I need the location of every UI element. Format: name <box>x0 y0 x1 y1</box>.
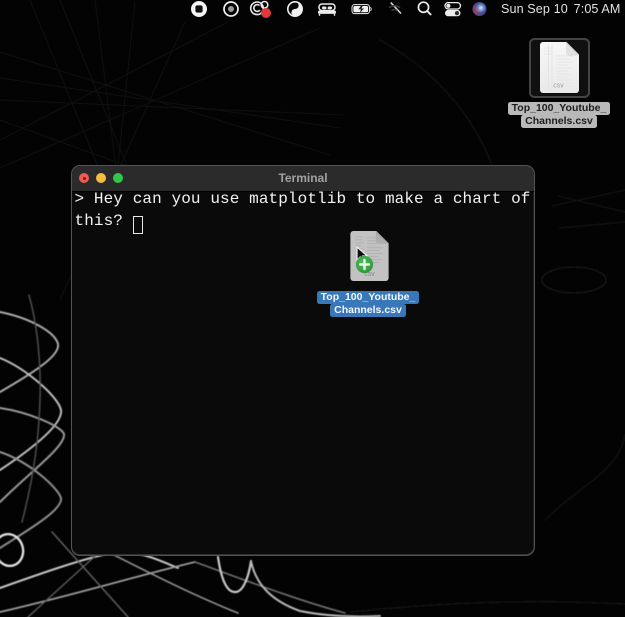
svg-text:csv: csv <box>553 83 564 90</box>
